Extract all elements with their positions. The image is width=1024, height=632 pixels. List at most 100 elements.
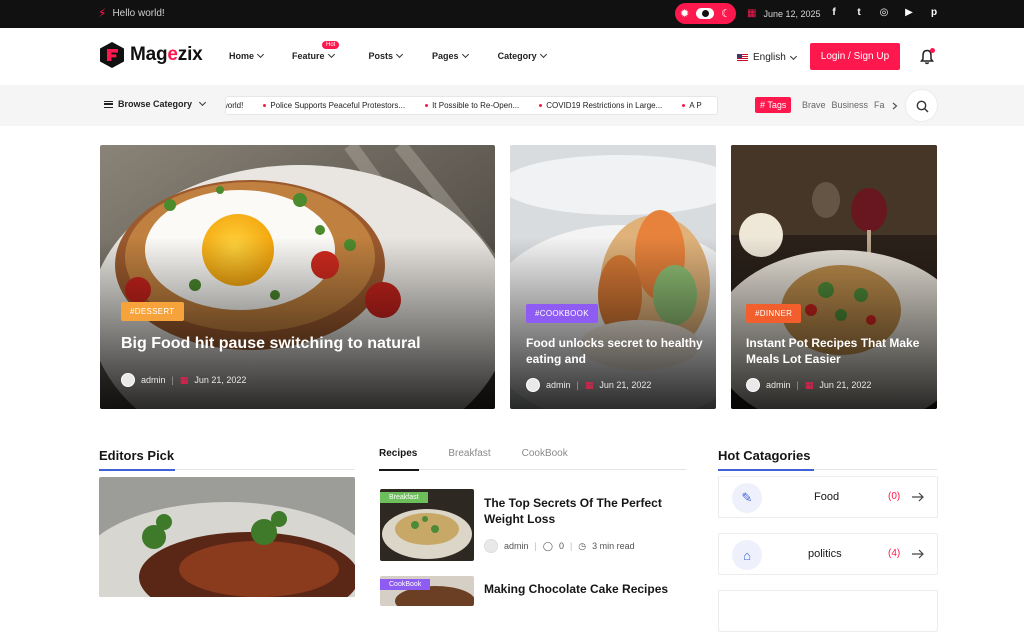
login-signup-button[interactable]: Login / Sign Up bbox=[810, 43, 900, 70]
section-divider bbox=[718, 469, 937, 471]
ticker-item[interactable]: Police Supports Peaceful Protestors... bbox=[263, 101, 405, 110]
post-date: Jun 21, 2022 bbox=[599, 380, 652, 390]
nav-posts[interactable]: Posts bbox=[368, 50, 404, 61]
hero-card[interactable]: #COOKBOOK Food unlocks secret to healthy… bbox=[510, 145, 716, 409]
tab-cookbook[interactable]: CookBook bbox=[522, 448, 568, 459]
category-badge[interactable]: #COOKBOOK bbox=[526, 304, 598, 323]
food-icon: ✎ bbox=[732, 483, 762, 513]
pinterest-icon[interactable]: p bbox=[928, 6, 940, 20]
divider: | bbox=[534, 541, 537, 551]
comment-count: 0 bbox=[558, 541, 564, 551]
divider: | bbox=[171, 375, 174, 385]
author-name[interactable]: admin bbox=[504, 541, 529, 551]
arrow-right-icon bbox=[912, 549, 924, 559]
comment-icon: ◯ bbox=[542, 540, 553, 551]
greeting-text: Hello world! bbox=[112, 7, 165, 19]
tag-link[interactable]: Fa bbox=[874, 100, 885, 110]
category-bar: Browse Category world! Police Supports P… bbox=[0, 85, 1024, 126]
recipe-thumbnail[interactable]: CookBook bbox=[380, 576, 474, 606]
top-date-text: June 12, 2025 bbox=[763, 8, 821, 19]
nav-home[interactable]: Home bbox=[229, 50, 265, 61]
author-name[interactable]: admin bbox=[766, 380, 791, 390]
category-count: (0) bbox=[888, 491, 901, 502]
ticker-item-text: It Possible to Re-Open... bbox=[432, 101, 520, 110]
hot-category-row[interactable] bbox=[718, 590, 938, 632]
hero-title[interactable]: Big Food hit pause switching to natural bbox=[121, 334, 461, 354]
avatar bbox=[484, 539, 498, 553]
ticker-item-text: A P bbox=[689, 101, 702, 110]
tag-link[interactable]: Business bbox=[832, 100, 869, 110]
nav-pages[interactable]: Pages bbox=[432, 50, 469, 61]
recipe-title[interactable]: The Top Secrets Of The Perfect Weight Lo… bbox=[484, 495, 684, 527]
hero-card-large[interactable]: #DESSERT Big Food hit pause switching to… bbox=[100, 145, 495, 409]
site-logo[interactable]: Magezix bbox=[100, 42, 203, 68]
ticker-item[interactable]: It Possible to Re-Open... bbox=[425, 101, 519, 110]
language-selector[interactable]: English bbox=[737, 52, 797, 63]
theme-toggle[interactable]: ✹ ☾ bbox=[675, 3, 736, 24]
tab-breakfast[interactable]: Breakfast bbox=[448, 448, 490, 459]
ticker-item[interactable]: A P bbox=[682, 101, 702, 110]
read-time: 3 min read bbox=[592, 541, 635, 551]
facebook-icon[interactable]: f bbox=[828, 6, 840, 20]
bullet-icon bbox=[539, 104, 543, 107]
editors-pick-card[interactable] bbox=[99, 477, 355, 597]
moon-icon: ☾ bbox=[721, 8, 731, 20]
nav-category-label: Category bbox=[497, 51, 537, 61]
browse-category-button[interactable]: Browse Category bbox=[104, 98, 207, 109]
us-flag-icon bbox=[737, 54, 748, 61]
bullet-icon bbox=[682, 104, 686, 107]
nav-posts-label: Posts bbox=[368, 51, 394, 61]
divider: | bbox=[796, 380, 799, 390]
twitter-icon[interactable]: t bbox=[853, 6, 865, 20]
chevron-right-icon[interactable] bbox=[892, 102, 898, 110]
author-name[interactable]: admin bbox=[546, 380, 571, 390]
news-ticker: world! Police Supports Peaceful Protesto… bbox=[225, 96, 718, 115]
category-badge[interactable]: #DESSERT bbox=[121, 302, 184, 321]
hero-title[interactable]: Food unlocks secret to healthy eating an… bbox=[526, 335, 708, 367]
ticker-item[interactable]: world! bbox=[226, 101, 243, 110]
language-label: English bbox=[753, 52, 786, 63]
recipe-thumbnail[interactable]: Breakfast bbox=[380, 489, 474, 561]
top-bar: ⚡ Hello world! ✹ ☾ ▦ June 12, 2025 f t ◎… bbox=[0, 0, 1024, 28]
recipe-tag[interactable]: Breakfast bbox=[380, 492, 428, 503]
search-button[interactable] bbox=[905, 89, 938, 122]
search-icon bbox=[916, 100, 929, 113]
divider: | bbox=[576, 380, 579, 390]
gear-icon: ✹ bbox=[680, 8, 690, 20]
recipe-meta: admin | ◯ 0 | ◷ 3 min read bbox=[484, 539, 635, 553]
chevron-down-icon bbox=[198, 98, 207, 107]
divider: | bbox=[569, 541, 573, 551]
chevron-down-icon bbox=[396, 50, 404, 59]
bolt-icon: ⚡ bbox=[98, 6, 107, 20]
hot-category-food[interactable]: ✎ Food (0) bbox=[718, 476, 938, 518]
hero-title[interactable]: Instant Pot Recipes That Make Meals Lot … bbox=[746, 335, 926, 367]
logo-mark-icon bbox=[100, 42, 124, 68]
recipe-title[interactable]: Making Chocolate Cake Recipes bbox=[484, 581, 684, 597]
recipe-tag[interactable]: CookBook bbox=[380, 579, 431, 590]
greeting: ⚡ Hello world! bbox=[98, 7, 165, 19]
post-meta: admin | ▦ Jun 21, 2022 bbox=[121, 373, 246, 387]
nav-pages-label: Pages bbox=[432, 51, 459, 61]
top-date: ▦ June 12, 2025 bbox=[747, 8, 821, 19]
youtube-icon[interactable]: ▶ bbox=[903, 6, 915, 20]
section-divider bbox=[379, 469, 686, 471]
tags-badge: # Tags bbox=[755, 97, 792, 113]
category-name: Food bbox=[814, 491, 840, 503]
clock-icon: ◷ bbox=[578, 540, 587, 551]
nav-feature[interactable]: Feature Hot bbox=[292, 41, 340, 61]
nav-category[interactable]: Category bbox=[497, 50, 547, 61]
hero-card[interactable]: #DINNER Instant Pot Recipes That Make Me… bbox=[731, 145, 937, 409]
tag-link[interactable]: Brave bbox=[802, 100, 826, 110]
nav-feature-label: Feature bbox=[292, 51, 325, 61]
logo-text-rest: zix bbox=[177, 44, 203, 65]
recipe-tabs: Recipes Breakfast CookBook bbox=[379, 448, 568, 459]
instagram-icon[interactable]: ◎ bbox=[878, 6, 890, 20]
hot-badge: Hot bbox=[322, 41, 340, 49]
theme-switch-knob[interactable] bbox=[696, 8, 715, 19]
hot-category-politics[interactable]: ⌂ politics (4) bbox=[718, 533, 938, 575]
tab-recipes[interactable]: Recipes bbox=[379, 448, 417, 459]
ticker-item[interactable]: COVID19 Restrictions in Large... bbox=[539, 101, 662, 110]
category-badge[interactable]: #DINNER bbox=[746, 304, 802, 323]
author-name[interactable]: admin bbox=[141, 375, 166, 385]
category-count: (4) bbox=[888, 548, 901, 559]
